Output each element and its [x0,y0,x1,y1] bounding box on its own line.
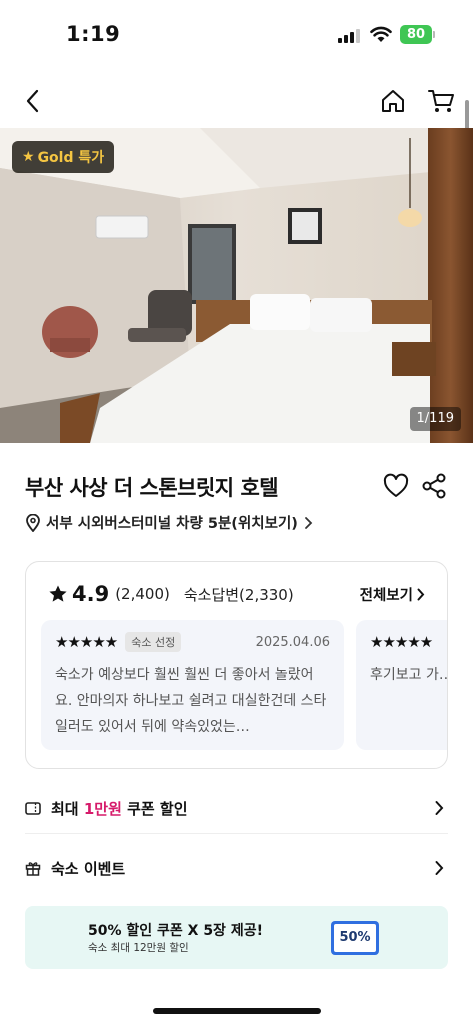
coupon-row-label: 최대 1만원 쿠폰 할인 [51,798,188,819]
share-button[interactable] [420,472,448,500]
review-text: 후기보고 가… 좋네요~~~… 도 별미^^♡ [370,667,447,683]
gold-badge-label: Gold 특가 [37,150,105,166]
signal-icon [338,28,362,43]
heart-icon [383,473,409,497]
gold-deal-badge: ★ Gold 특가 [12,141,115,173]
host-replies-count: 숙소답변(2,330) [183,585,294,604]
review-text: 숙소가 예상보다 훨씬 훨씬 더 좋아서 놀랐어요. 안마의자 하나보고 쉴려고… [55,667,327,735]
star-icon [49,585,67,602]
promo-subtitle: 숙소 최대 12만원 할인 [88,942,189,954]
review-item[interactable]: ★★★★★ 숙소 선정 2025.04.06 숙소가 예상보다 훨씬 훨씬 더 … [41,620,344,750]
share-icon [422,473,446,499]
location-text: 서부 시외버스터미널 차량 5분(위치보기) [46,516,298,532]
status-bar: 1:19 80 [0,0,473,70]
home-button[interactable] [378,86,408,116]
review-stars: ★★★★★ [55,633,118,651]
wifi-icon [370,26,392,47]
coupon-discount-row[interactable]: 최대 1만원 쿠폰 할인 [25,788,448,828]
event-row-label: 숙소 이벤트 [51,859,126,878]
chevron-right-icon [417,588,425,601]
review-item[interactable]: ★★★★★ 후기보고 가… 좋네요~~~… 도 별미^^♡ [356,620,447,750]
coupon-prefix: 최대 [51,799,84,818]
top-nav [0,70,473,128]
hotel-name: 부산 사상 더 스톤브릿지 호텔 [25,476,279,500]
chevron-right-icon [305,516,313,529]
back-icon [26,89,39,113]
coupon-icon [25,801,41,815]
battery-icon: 80 [400,25,432,44]
review-tag: 숙소 선정 [125,632,182,652]
review-date: 2025.04.06 [255,634,330,650]
home-indicator [153,1008,321,1014]
gold-star-icon: ★ [22,149,35,165]
cart-button[interactable] [426,86,456,116]
image-counter: 1/119 [409,407,461,431]
review-stars: ★★★★★ [370,633,433,651]
location-pin-icon [26,513,40,532]
rating-row: 4.9 (2,400) 숙소답변(2,330) [48,582,294,606]
hero-image[interactable]: ★ Gold 특가 1/119 [0,128,473,443]
location-link[interactable]: 서부 시외버스터미널 차량 5분(위치보기) [25,512,313,533]
promo-coupon-label: 50% [334,924,376,952]
battery-tip [433,31,435,38]
promo-title: 50% 할인 쿠폰 X 5장 제공! [88,923,263,939]
review-summary-card: 4.9 (2,400) 숙소답변(2,330) 전체보기 ★★★★★ 숙소 선정… [25,561,448,769]
home-icon [382,90,404,112]
hotel-room-photo [0,128,473,443]
divider [25,833,448,834]
see-all-label: 전체보기 [359,588,413,604]
chevron-right-icon [435,801,444,815]
scroll-indicator[interactable] [465,100,469,130]
coupon-suffix: 쿠폰 할인 [121,799,188,818]
hotel-event-row[interactable]: 숙소 이벤트 [25,848,448,888]
gift-icon [25,862,41,876]
status-time: 1:19 [66,22,121,46]
see-all-reviews-button[interactable]: 전체보기 [360,584,425,605]
promo-coupon-graphic: 50% [331,921,379,955]
rating-count: (2,400) [115,585,170,603]
back-button[interactable] [18,86,48,116]
rating-score: 4.9 [72,582,110,606]
wishlist-button[interactable] [382,472,410,500]
cart-icon [428,90,454,112]
coupon-promo-banner[interactable]: 50% 할인 쿠폰 X 5장 제공! 숙소 최대 12만원 할인 50% [25,906,448,969]
coupon-amount: 1만원 [83,799,122,818]
chevron-right-icon [435,861,444,875]
